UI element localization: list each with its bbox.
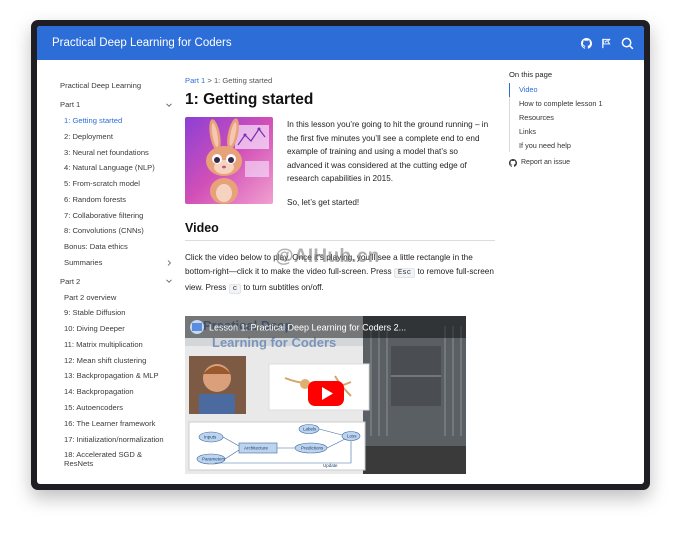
instructions-text-c: to turn subtitles on/off. [241,282,324,292]
sidebar-item-backprop[interactable]: 14: Backpropagation [55,384,173,400]
sidebar-item-deployment[interactable]: 2: Deployment [55,128,173,144]
breadcrumb: Part 1 > 1: Getting started [185,76,495,85]
sidebar-item-learner[interactable]: 16: The Learner framework [55,415,173,431]
sidebar-item-collab-filtering[interactable]: 7: Collaborative filtering [55,207,173,223]
search-icon[interactable] [621,37,634,50]
intro-text: In this lesson you’re going to hit the g… [287,118,495,210]
report-issue-link[interactable]: Report an issue [509,158,634,167]
sidebar-item-autoencoders[interactable]: 15: Autoencoders [55,400,173,416]
sidebar-item-accel-sgd[interactable]: 18: Accelerated SGD & ResNets [55,447,173,472]
sidebar-item-part2-overview[interactable]: Part 2 overview [55,289,173,305]
intro-paragraph: In this lesson you’re going to hit the g… [287,120,489,184]
diagram-architecture: Architecture [244,446,269,451]
sidebar-item-summaries[interactable]: Summaries [55,255,173,271]
youtube-play-button[interactable] [308,381,344,406]
breadcrumb-current: 1: Getting started [213,76,273,85]
sidebar-section-part1[interactable]: Part 1 [55,97,173,113]
diagram-loss: Loss [347,434,357,439]
diagram-inputs: Inputs [204,435,217,440]
toc-item-video[interactable]: Video [509,83,634,97]
top-navbar: Practical Deep Learning for Coders [37,26,644,60]
diagram-update: Update [323,463,338,468]
github-icon [509,158,517,167]
youtube-video-player[interactable]: Practical Deep Learning for Coders Lesso… [185,316,466,474]
chevron-right-icon[interactable] [165,259,173,267]
toc-item-resources[interactable]: Resources [509,110,634,125]
on-this-page-toc: On this page Video How to complete lesso… [509,70,634,167]
toc-item-help[interactable]: If you need help [509,138,634,152]
sidebar-item-cnns[interactable]: 8: Convolutions (CNNs) [55,223,173,239]
sidebar-item-getting-started[interactable]: 1: Getting started [55,113,173,129]
sidebar-item-random-forests[interactable]: 6: Random forests [55,191,173,207]
toc-heading: On this page [509,70,553,79]
c-key: c [228,283,242,294]
diagram-parameters: Parameters [202,457,226,462]
page-title: 1: Getting started [185,91,314,108]
sidebar-section-part2[interactable]: Part 2 [55,273,173,289]
watermark-text: @AIHub.cn [275,246,380,267]
sidebar-item-matrix-mult[interactable]: 11: Matrix multiplication [55,337,173,353]
rabbit-illustration [185,117,273,204]
chevron-down-icon[interactable] [165,277,173,285]
intro-section: In this lesson you’re going to hit the g… [185,117,495,217]
chevron-down-icon[interactable] [165,101,173,109]
sidebar-item-label: Summaries [64,257,103,267]
intro-start-line: So, let’s get started! [287,197,360,207]
sidebar-item-init-norm[interactable]: 17: Initialization/normalization [55,431,173,447]
sidebar-item-backprop-mlp[interactable]: 13: Backpropagation & MLP [55,368,173,384]
breadcrumb-separator: > [207,76,212,85]
esc-key: Esc [393,267,416,278]
navbar-icons [581,26,634,60]
toc-item-links[interactable]: Links [509,124,634,139]
toc-item-how-to-complete[interactable]: How to complete lesson 1 [509,96,634,111]
sidebar-item-mean-shift[interactable]: 12: Mean shift clustering [55,352,173,368]
video-title: Lesson 1: Practical Deep Learning for Co… [209,323,406,333]
sidebar-item-diving-deeper[interactable]: 10: Diving Deeper [55,321,173,337]
sidebar-section-label: Part 1 [60,100,81,110]
breadcrumb-part1-link[interactable]: Part 1 [185,76,205,85]
site-title[interactable]: Practical Deep Learning for Coders [52,37,232,49]
sidebar-item-from-scratch[interactable]: 5: From-scratch model [55,176,173,192]
sidebar-item-data-ethics[interactable]: Bonus: Data ethics [55,239,173,255]
github-icon[interactable] [581,37,592,49]
diagram-labels: Labels [303,427,317,432]
sidebar-nav: Practical Deep Learning Part 1 1: Gettin… [55,78,173,472]
sidebar-section-label: Part 2 [60,276,81,286]
sidebar-item-nlp[interactable]: 4: Natural Language (NLP) [55,160,173,176]
sidebar-item-home[interactable]: Practical Deep Learning [55,78,173,94]
report-issue-label: Report an issue [521,159,571,167]
sidebar-item-neural-net[interactable]: 3: Neural net foundations [55,144,173,160]
diagram-predictions: Predictions [301,446,324,451]
video-heading: Video [185,221,495,241]
sidebar-item-stable-diffusion[interactable]: 9: Stable Diffusion [55,305,173,321]
notebook-flag-icon[interactable] [601,38,612,49]
